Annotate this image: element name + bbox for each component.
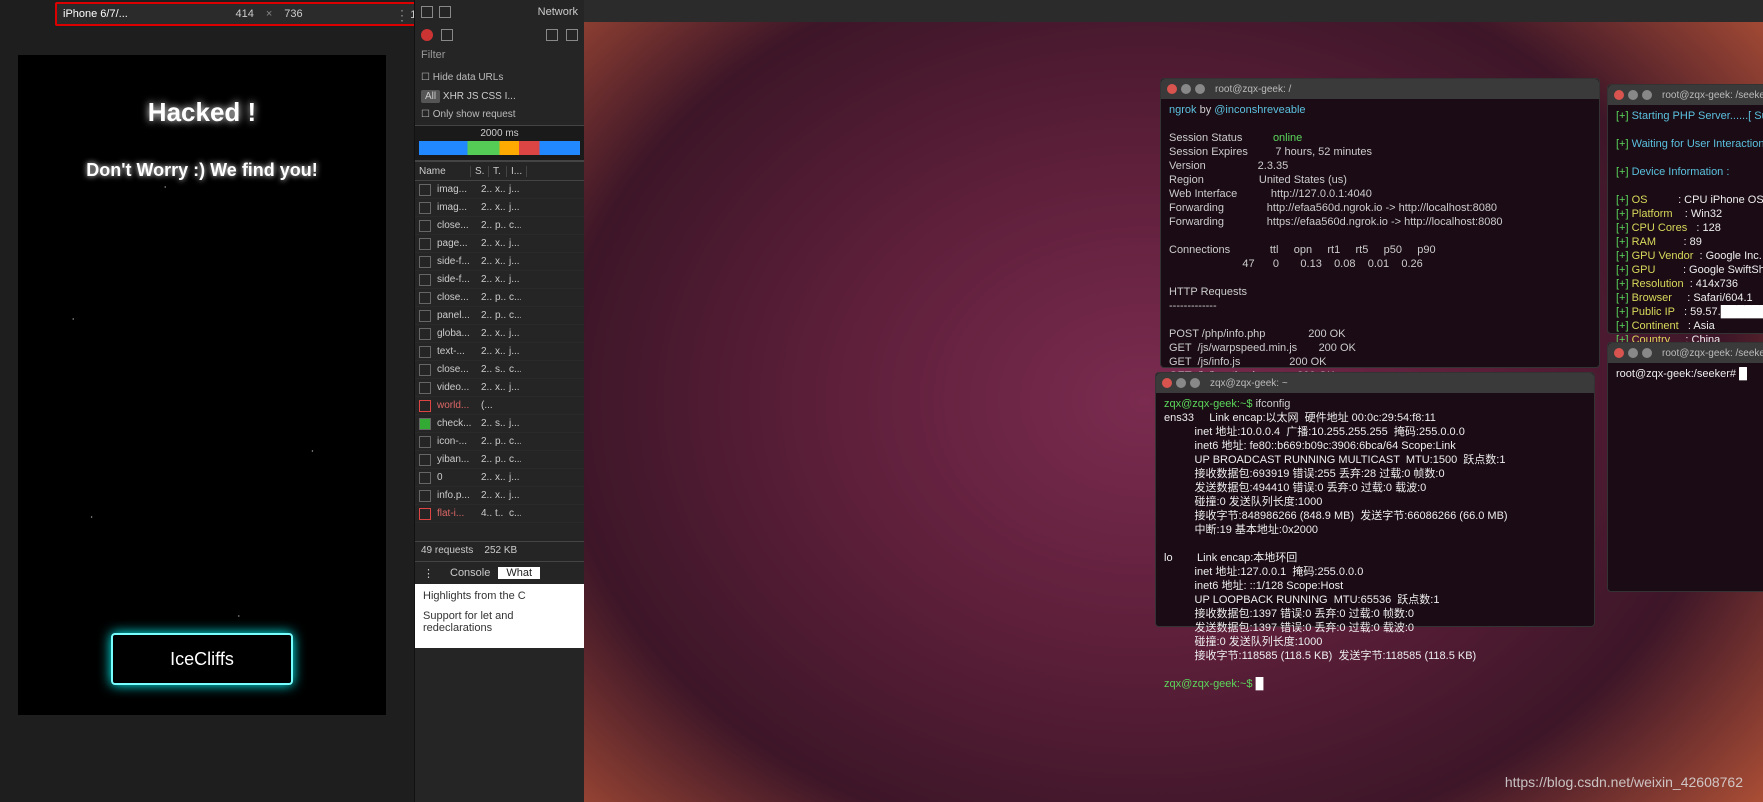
- filter-js[interactable]: JS: [467, 91, 479, 102]
- device-height[interactable]: 736: [278, 8, 308, 20]
- table-row[interactable]: flat-i...4..t..c...: [415, 505, 584, 523]
- terminal-title: zqx@zqx-geek: ~: [1210, 378, 1288, 389]
- whatsnew-tab[interactable]: What: [498, 567, 540, 579]
- network-toolbar: [415, 24, 584, 46]
- col-type[interactable]: T.: [489, 166, 507, 177]
- table-row[interactable]: text-...2..x..j...: [415, 343, 584, 361]
- table-row[interactable]: icon-...2..p..c...: [415, 433, 584, 451]
- starfield: [18, 55, 386, 715]
- table-row[interactable]: info.p...2..x..j...: [415, 487, 584, 505]
- table-row[interactable]: world...(...: [415, 397, 584, 415]
- inspect-icon[interactable]: [421, 6, 433, 18]
- terminal-title: root@zqx-geek: /seeker: [1662, 348, 1763, 359]
- hacked-title: Hacked !: [18, 97, 386, 128]
- max-icon[interactable]: [1642, 90, 1652, 100]
- terminal-ngrok[interactable]: root@zqx-geek: / ngrok by @inconshreveab…: [1160, 78, 1600, 368]
- table-row[interactable]: imag...2..x..j...: [415, 199, 584, 217]
- max-icon[interactable]: [1190, 378, 1200, 388]
- drawer-more-icon[interactable]: ⋮: [415, 567, 442, 580]
- clear-icon[interactable]: [441, 29, 453, 41]
- chrome-devtools: iPhone 6/7/... 414 × 736 100% ▾ ⋮ Hacked…: [0, 0, 525, 802]
- max-icon[interactable]: [1642, 348, 1652, 358]
- terminal-title: root@zqx-geek: /seeker: [1662, 90, 1763, 101]
- device-icon[interactable]: [439, 6, 451, 18]
- network-table[interactable]: imag...2..x..j...imag...2..x..j...close.…: [415, 181, 584, 541]
- max-icon[interactable]: [1195, 84, 1205, 94]
- device-preview[interactable]: Hacked ! Don't Worry :) We find you! Ice…: [18, 55, 386, 715]
- filter-css[interactable]: CSS: [481, 91, 502, 102]
- filter-xhr[interactable]: XHR: [443, 91, 464, 102]
- filter-icon[interactable]: [546, 29, 558, 41]
- gnome-topbar: 终端: [525, 0, 1763, 22]
- device-width[interactable]: 414: [229, 8, 259, 20]
- terminal-body[interactable]: zqx@zqx-geek:~$ ifconfig ens33 Link enca…: [1156, 393, 1594, 695]
- filter-input[interactable]: Filter: [415, 46, 584, 68]
- devtools-tabs: Network: [415, 0, 584, 24]
- hide-data-urls-checkbox[interactable]: ☐ Hide data URLs: [421, 70, 578, 86]
- table-row[interactable]: globa...2..x..j...: [415, 325, 584, 343]
- table-row[interactable]: side-f...2..x..j...: [415, 253, 584, 271]
- terminal-titlebar[interactable]: root@zqx-geek: /: [1161, 79, 1599, 99]
- terminal-titlebar[interactable]: root@zqx-geek: /seeker: [1608, 343, 1763, 363]
- close-icon[interactable]: [1614, 90, 1624, 100]
- close-icon[interactable]: [1167, 84, 1177, 94]
- terminal-seeker[interactable]: root@zqx-geek: /seeker [+] Starting PHP …: [1607, 84, 1763, 334]
- terminal-titlebar[interactable]: zqx@zqx-geek: ~: [1156, 373, 1594, 393]
- terminal-body[interactable]: root@zqx-geek:/seeker# █: [1608, 363, 1763, 385]
- icecliffs-button[interactable]: IceCliffs: [111, 633, 293, 685]
- record-icon[interactable]: [421, 29, 433, 41]
- table-row[interactable]: close...2..p..c...: [415, 217, 584, 235]
- ubuntu-desktop: 终端 root@zqx-geek: / ngrok by @inconshrev…: [525, 0, 1763, 802]
- table-row[interactable]: 02..x..j...: [415, 469, 584, 487]
- dim-separator: ×: [260, 8, 278, 20]
- table-row[interactable]: close...2..p..c...: [415, 289, 584, 307]
- watermark: https://blog.csdn.net/weixin_42608762: [1505, 774, 1743, 790]
- terminal-title: root@zqx-geek: /: [1215, 84, 1291, 95]
- console-tab[interactable]: Console: [442, 567, 498, 579]
- col-name[interactable]: Name: [415, 166, 471, 177]
- type-filters: All XHR JS CSS I...: [415, 88, 584, 105]
- more-icon[interactable]: ⋮: [395, 7, 409, 24]
- device-select[interactable]: iPhone 6/7/...: [57, 8, 134, 20]
- network-table-header: Name S. T. I...: [415, 161, 584, 181]
- devtools-network-panel: Network Filter ☐ Hide data URLs All XHR …: [414, 0, 584, 802]
- min-icon[interactable]: [1181, 84, 1191, 94]
- only-show-checkbox[interactable]: ☐ Only show request: [421, 107, 578, 123]
- filter-img[interactable]: I...: [505, 91, 516, 102]
- devtools-drawer: ⋮ Console What Highlights from the C Sup…: [415, 561, 584, 648]
- terminal-seeker-2[interactable]: root@zqx-geek: /seeker root@zqx-geek:/se…: [1607, 342, 1763, 592]
- terminal-ifconfig[interactable]: zqx@zqx-geek: ~ zqx@zqx-geek:~$ ifconfig…: [1155, 372, 1595, 627]
- min-icon[interactable]: [1628, 90, 1638, 100]
- whatsnew-body: Highlights from the C Support for let an…: [415, 584, 584, 648]
- table-row[interactable]: panel...2..p..c...: [415, 307, 584, 325]
- search-icon[interactable]: [566, 29, 578, 41]
- table-row[interactable]: close...2..s..c...: [415, 361, 584, 379]
- network-tab[interactable]: Network: [538, 6, 578, 18]
- col-initiator[interactable]: I...: [507, 166, 527, 177]
- close-icon[interactable]: [1614, 348, 1624, 358]
- hacked-subtitle: Don't Worry :) We find you!: [18, 160, 386, 181]
- table-row[interactable]: yiban...2..p..c...: [415, 451, 584, 469]
- col-status[interactable]: S.: [471, 166, 489, 177]
- min-icon[interactable]: [1176, 378, 1186, 388]
- filter-all[interactable]: All: [421, 90, 440, 103]
- table-row[interactable]: imag...2..x..j...: [415, 181, 584, 199]
- table-row[interactable]: check...2..s..j...: [415, 415, 584, 433]
- table-row[interactable]: page...2..x..j...: [415, 235, 584, 253]
- close-icon[interactable]: [1162, 378, 1172, 388]
- network-footer: 49 requests 252 KB: [415, 541, 584, 561]
- waterfall-overview[interactable]: 2000 ms: [415, 125, 584, 161]
- terminal-titlebar[interactable]: root@zqx-geek: /seeker: [1608, 85, 1763, 105]
- min-icon[interactable]: [1628, 348, 1638, 358]
- table-row[interactable]: video...2..x..j...: [415, 379, 584, 397]
- table-row[interactable]: side-f...2..x..j...: [415, 271, 584, 289]
